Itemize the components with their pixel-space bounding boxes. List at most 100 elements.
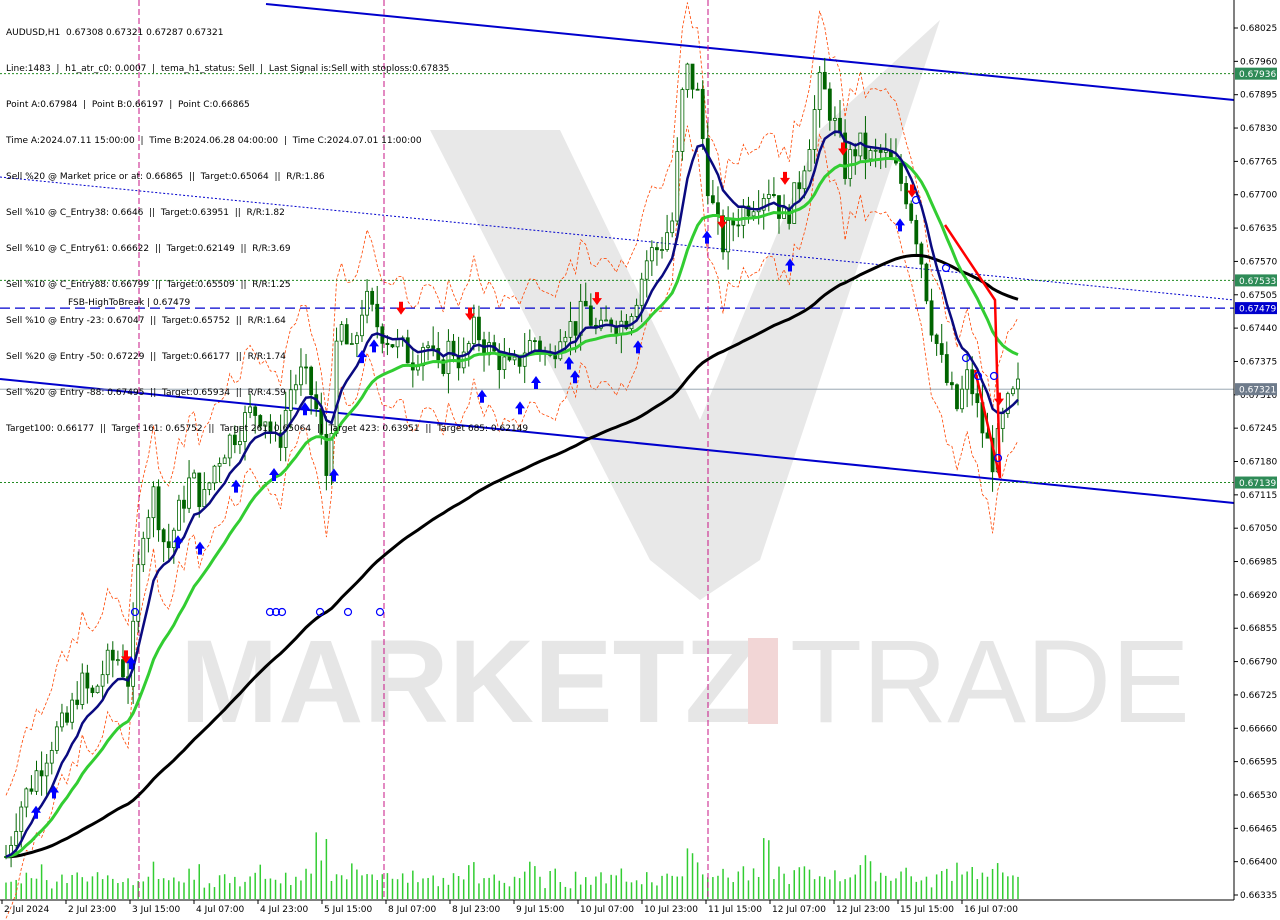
candle-body bbox=[955, 384, 959, 410]
watermark-right-text: TRADE bbox=[790, 616, 1190, 748]
candle-body bbox=[797, 182, 802, 190]
candle-body bbox=[960, 388, 964, 410]
candle-body bbox=[85, 672, 90, 689]
candle-body bbox=[34, 770, 39, 792]
price-tick-label: 0.66335 bbox=[1240, 891, 1277, 901]
price-tick-label: 0.67960 bbox=[1240, 57, 1277, 67]
watermark-bar bbox=[748, 638, 778, 724]
candle-body bbox=[766, 194, 771, 199]
candle-body bbox=[944, 354, 949, 383]
candle-body bbox=[634, 304, 639, 317]
info-line: Sell %20 @ Entry -50: 0.67229 || Target:… bbox=[6, 352, 286, 362]
price-tick-label: 0.66400 bbox=[1240, 858, 1277, 868]
candle-body bbox=[929, 300, 934, 336]
price-tick-label: 0.66595 bbox=[1240, 758, 1277, 768]
time-tick-label: 15 Jul 15:00 bbox=[900, 905, 954, 915]
price-tick-label: 0.66465 bbox=[1240, 824, 1277, 834]
candle-body bbox=[1000, 413, 1005, 429]
candle-body bbox=[716, 202, 720, 217]
candle-body bbox=[212, 465, 217, 484]
info-line: Sell %10 @ Entry -23: 0.67047 || Target:… bbox=[6, 316, 286, 326]
time-tick-label: 9 Jul 15:00 bbox=[516, 905, 565, 915]
candle-body bbox=[924, 263, 929, 302]
candle-body bbox=[736, 224, 741, 227]
candle-body bbox=[827, 88, 832, 121]
candle-body bbox=[665, 232, 670, 250]
candle-body bbox=[573, 321, 578, 336]
candle-body bbox=[644, 260, 649, 280]
candle-body bbox=[1016, 378, 1020, 390]
candle-body bbox=[207, 482, 212, 490]
candle-body bbox=[578, 300, 583, 336]
price-tick-label: 0.67050 bbox=[1240, 524, 1277, 534]
time-tick-label: 2 Jul 23:00 bbox=[68, 905, 117, 915]
candle-body bbox=[141, 537, 146, 566]
candle-body bbox=[171, 529, 176, 548]
price-label-text: 0.67139 bbox=[1239, 479, 1276, 489]
price-tick-label: 0.68025 bbox=[1240, 24, 1277, 34]
candle-body bbox=[222, 457, 227, 464]
info-line: Sell %20 @ Entry -88: 0.67495 || Target:… bbox=[6, 388, 286, 398]
candle-body bbox=[660, 249, 664, 251]
indicator-info-panel: AUDUSD,H1 0.67308 0.67321 0.67287 0.6732… bbox=[6, 3, 528, 447]
candle-body bbox=[833, 117, 837, 121]
candle-body bbox=[619, 320, 624, 335]
candle-body bbox=[649, 247, 654, 262]
candle-body bbox=[115, 659, 120, 662]
price-label-text: 0.67321 bbox=[1239, 386, 1276, 396]
candle-body bbox=[975, 393, 980, 404]
candle-body bbox=[527, 340, 532, 354]
candle-body bbox=[187, 477, 191, 509]
price-tick-label: 0.67895 bbox=[1240, 91, 1277, 101]
candle-body bbox=[934, 334, 939, 344]
price-tick-label: 0.67245 bbox=[1240, 424, 1277, 434]
candle-body bbox=[19, 806, 24, 832]
price-tick-label: 0.66920 bbox=[1240, 591, 1277, 601]
price-tick-label: 0.67635 bbox=[1240, 224, 1277, 234]
candle-body bbox=[919, 243, 924, 265]
candle-body bbox=[904, 183, 909, 205]
price-tick-label: 0.66725 bbox=[1240, 691, 1277, 701]
candle-body bbox=[54, 726, 59, 751]
price-tick-label: 0.67375 bbox=[1240, 357, 1277, 367]
candle-body bbox=[75, 699, 80, 705]
candle-body bbox=[588, 305, 593, 326]
candle-body bbox=[751, 211, 756, 217]
candle-body bbox=[151, 486, 156, 519]
price-tick-label: 0.67505 bbox=[1240, 291, 1277, 301]
candle-body bbox=[705, 138, 710, 197]
time-tick-label: 8 Jul 07:00 bbox=[388, 905, 437, 915]
candle-body bbox=[60, 712, 64, 728]
info-line: Sell %20 @ Market price or at: 0.66865 |… bbox=[6, 172, 325, 182]
price-tick-label: 0.66660 bbox=[1240, 724, 1277, 734]
candle-body bbox=[182, 499, 186, 509]
candle-body bbox=[731, 219, 736, 226]
price-tick-label: 0.67570 bbox=[1240, 257, 1277, 267]
candle-body bbox=[1011, 388, 1015, 395]
info-line: Time A:2024.07.11 15:00:00 | Time B:2024… bbox=[6, 136, 422, 146]
info-line: Sell %10 @ C_Entry88: 0.66799 || Target:… bbox=[6, 280, 291, 290]
price-label-text: 0.67936 bbox=[1239, 70, 1276, 80]
candle-body bbox=[24, 788, 29, 808]
candle-body bbox=[29, 788, 34, 792]
time-tick-label: 12 Jul 23:00 bbox=[836, 905, 890, 915]
time-tick-label: 4 Jul 07:00 bbox=[196, 905, 245, 915]
candle-body bbox=[639, 278, 644, 306]
candle-body bbox=[695, 88, 700, 91]
candle-body bbox=[110, 649, 115, 661]
candle-body bbox=[14, 831, 19, 846]
info-line: Line:1483 | h1_atr_c0: 0.0007 | tema_h1_… bbox=[6, 64, 450, 74]
time-axis: 2 Jul 2024 2 Jul 23:00 3 Jul 15:00 4 Jul 07… bbox=[1, 900, 1018, 915]
price-tick-label: 0.67180 bbox=[1240, 458, 1277, 468]
price-tick-label: 0.66985 bbox=[1240, 558, 1277, 568]
candle-body bbox=[970, 369, 975, 395]
candle-body bbox=[726, 219, 731, 253]
price-label-text: 0.67479 bbox=[1239, 305, 1276, 315]
candle-body bbox=[197, 472, 202, 508]
candle-body bbox=[741, 205, 746, 226]
price-tick-label: 0.67830 bbox=[1240, 124, 1277, 134]
candle-body bbox=[553, 354, 558, 360]
candle-body bbox=[146, 517, 151, 539]
candle-body bbox=[802, 170, 807, 190]
candle-body bbox=[675, 151, 680, 222]
